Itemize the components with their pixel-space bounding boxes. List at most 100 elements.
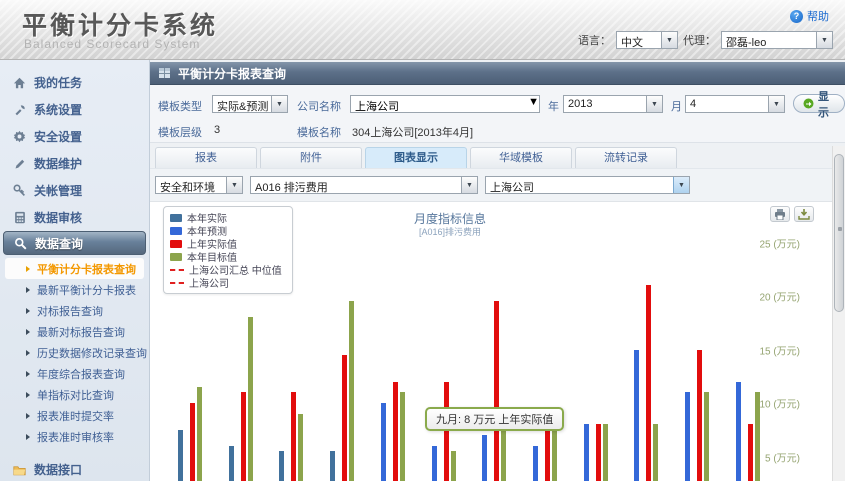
sidebar-item-label: 安全设置: [34, 128, 82, 145]
bar-current[interactable]: [685, 392, 690, 481]
agent-select[interactable]: 邵磊-leo ▼: [721, 31, 833, 49]
language-select[interactable]: 中文 ▼: [616, 31, 678, 49]
sidebar-subitem-3[interactable]: 对标报告查询: [0, 300, 149, 321]
company-name-input[interactable]: 上海公司 ▼: [350, 95, 540, 113]
chart-filter-select-3[interactable]: 上海公司▼: [485, 176, 690, 194]
sidebar-item-6[interactable]: 数据审核: [0, 204, 149, 231]
bar-current[interactable]: [736, 382, 741, 481]
bar-target[interactable]: [298, 414, 303, 481]
tab-5[interactable]: 流转记录: [575, 147, 677, 168]
bar-current[interactable]: [279, 451, 284, 481]
sidebar-subitem-8[interactable]: 报表准时提交率: [0, 405, 149, 426]
sidebar-item-data-interface[interactable]: 数据接口: [0, 456, 149, 481]
template-level-value: 3: [214, 124, 220, 136]
bar-target[interactable]: [451, 451, 456, 481]
bar-current[interactable]: [381, 403, 386, 481]
sidebar-item-1[interactable]: 我的任务: [0, 69, 149, 96]
tab-3[interactable]: 图表显示: [365, 147, 467, 168]
chart-filter-select-2[interactable]: A016 排污费用▼: [250, 176, 478, 194]
key-icon: [13, 184, 26, 197]
sidebar-item-label: 数据维护: [34, 155, 82, 172]
sidebar-subitem-label: 平衡计分卡报表查询: [37, 261, 136, 277]
sidebar-subitem-6[interactable]: 年度综合报表查询: [0, 363, 149, 384]
bar-target[interactable]: [755, 392, 760, 481]
chevron-down-icon[interactable]: ▼: [768, 96, 784, 112]
bar-lastyear[interactable]: [697, 350, 702, 481]
bar-lastyear[interactable]: [646, 285, 651, 481]
tab-4[interactable]: 华域模板: [470, 147, 572, 168]
sidebar-item-label: 数据审核: [34, 209, 82, 226]
sidebar: 我的任务系统设置安全设置数据维护关帐管理数据审核数据查询 平衡计分卡报表查询最新…: [0, 60, 150, 481]
bar-target[interactable]: [248, 317, 253, 481]
bar-current[interactable]: [330, 451, 335, 481]
chart-legend: 本年实际本年预测上年实际值本年目标值上海公司汇总 中位值上海公司: [163, 206, 293, 294]
sidebar-item-7[interactable]: 数据查询: [3, 231, 146, 255]
sidebar-subitem-4[interactable]: 最新对标报告查询: [0, 321, 149, 342]
bar-lastyear[interactable]: [342, 355, 347, 481]
scrollbar-thumb[interactable]: [834, 154, 844, 312]
bar-current[interactable]: [178, 430, 183, 481]
month-select[interactable]: 4 ▼: [685, 95, 785, 113]
app-header: 平衡计分卡系统 Balanced Scorecard System ? 帮助 语…: [0, 0, 845, 60]
bar-lastyear[interactable]: [748, 424, 753, 481]
bar-lastyear[interactable]: [291, 392, 296, 481]
filter-value: 安全和环境: [156, 177, 226, 193]
bar-current[interactable]: [482, 435, 487, 481]
legend-swatch: [170, 227, 182, 235]
export-button[interactable]: [794, 206, 814, 222]
bar-target[interactable]: [653, 424, 658, 481]
sidebar-subitem-9[interactable]: 报表准时审核率: [0, 426, 149, 447]
bar-lastyear[interactable]: [241, 392, 246, 481]
bar-target[interactable]: [400, 392, 405, 481]
chart-filter-select-1[interactable]: 安全和环境▼: [155, 176, 243, 194]
sidebar-item-3[interactable]: 安全设置: [0, 123, 149, 150]
sidebar-subnav: 平衡计分卡报表查询最新平衡计分卡报表对标报告查询最新对标报告查询历史数据修改记录…: [0, 258, 149, 447]
chevron-down-icon[interactable]: ▼: [673, 177, 689, 193]
bar-lastyear[interactable]: [494, 301, 499, 481]
show-button[interactable]: 显示: [793, 94, 845, 113]
sidebar-subitem-label: 年度综合报表查询: [37, 366, 125, 382]
bar-current[interactable]: [584, 424, 589, 481]
year-select[interactable]: 2013 ▼: [563, 95, 663, 113]
bar-lastyear[interactable]: [393, 382, 398, 481]
bar-current[interactable]: [229, 446, 234, 481]
sidebar-subitem-2[interactable]: 最新平衡计分卡报表: [0, 279, 149, 300]
template-type-select[interactable]: 实际&预测 ▼: [212, 95, 288, 113]
bar-lastyear[interactable]: [190, 403, 195, 481]
chevron-down-icon[interactable]: ▼: [226, 177, 242, 193]
bar-lastyear[interactable]: [444, 382, 449, 481]
sidebar-subitem-5[interactable]: 历史数据修改记录查询: [0, 342, 149, 363]
sidebar-subitem-label: 报表准时审核率: [37, 429, 114, 445]
printer-icon: [774, 209, 786, 220]
chevron-down-icon[interactable]: ▼: [661, 32, 677, 48]
bar-lastyear[interactable]: [545, 430, 550, 481]
sidebar-item-5[interactable]: 关帐管理: [0, 177, 149, 204]
bar-target[interactable]: [349, 301, 354, 481]
bar-target[interactable]: [704, 392, 709, 481]
sidebar-item-2[interactable]: 系统设置: [0, 96, 149, 123]
bar-lastyear[interactable]: [596, 424, 601, 481]
chevron-down-icon[interactable]: ▼: [816, 32, 832, 48]
chevron-down-icon[interactable]: ▼: [528, 96, 539, 112]
tab-1[interactable]: 报表: [155, 147, 257, 168]
sidebar-subitem-1[interactable]: 平衡计分卡报表查询: [5, 258, 144, 279]
tab-2[interactable]: 附件: [260, 147, 362, 168]
bar-current[interactable]: [432, 446, 437, 481]
arrow-right-icon: [26, 413, 30, 419]
bar-target[interactable]: [603, 424, 608, 481]
sidebar-item-4[interactable]: 数据维护: [0, 150, 149, 177]
help-button[interactable]: ? 帮助: [790, 8, 829, 24]
template-level-label: 模板层级: [158, 124, 202, 140]
bar-current[interactable]: [634, 350, 639, 481]
arrow-right-icon: [26, 308, 30, 314]
sidebar-subitem-7[interactable]: 单指标对比查询: [0, 384, 149, 405]
bar-current[interactable]: [533, 446, 538, 481]
legend-swatch: [170, 253, 182, 261]
bar-target[interactable]: [197, 387, 202, 481]
vertical-scrollbar[interactable]: [832, 146, 845, 481]
chevron-down-icon[interactable]: ▼: [646, 96, 662, 112]
chart-filter-row: 安全和环境▼A016 排污费用▼上海公司▼: [150, 168, 845, 201]
print-button[interactable]: [770, 206, 790, 222]
chevron-down-icon[interactable]: ▼: [461, 177, 477, 193]
chevron-down-icon[interactable]: ▼: [271, 96, 287, 112]
